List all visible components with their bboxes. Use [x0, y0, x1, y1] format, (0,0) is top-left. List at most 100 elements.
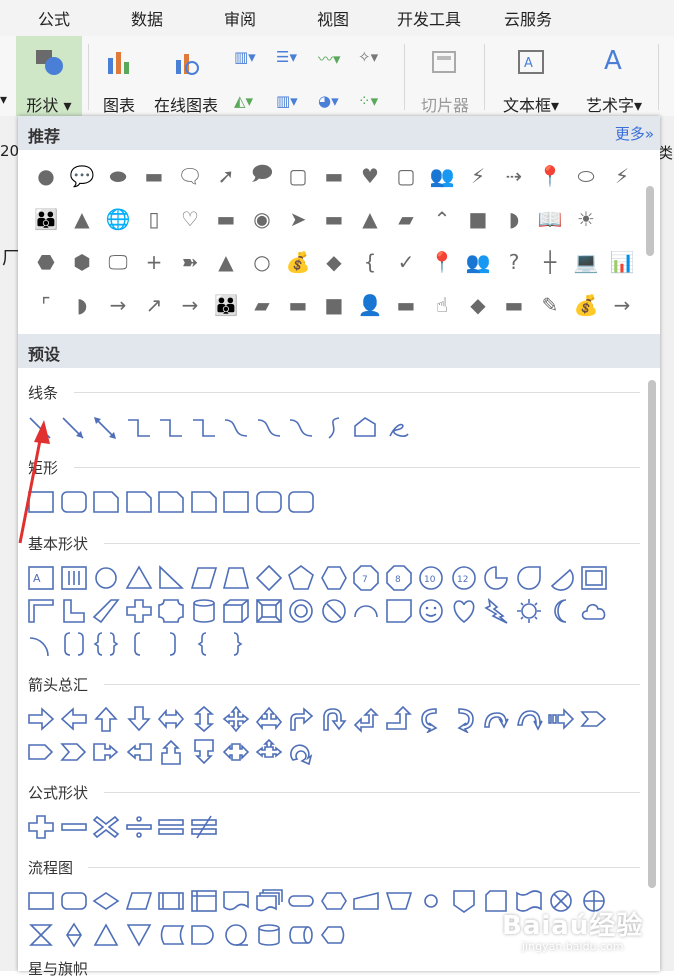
wordart-button[interactable]: A 艺术字▾ [576, 36, 652, 116]
preset-shape-cyl[interactable] [189, 597, 219, 625]
preset-shape-snip[interactable] [124, 488, 154, 516]
recommended-shape-icon[interactable]: ☝ [424, 287, 460, 323]
preset-shape-f-disp[interactable] [319, 921, 349, 949]
preset-shape-f-drum[interactable] [286, 921, 316, 949]
recommended-shape-icon[interactable]: ▬ [280, 287, 316, 323]
recommended-shape-icon[interactable]: 📖 [532, 201, 568, 237]
recommended-shape-icon[interactable]: 👤 [352, 287, 388, 323]
recommended-shape-icon[interactable]: ↗ [136, 287, 172, 323]
recommended-shape-icon[interactable]: ⌜ [28, 287, 64, 323]
menu-review[interactable]: 审阅 [224, 6, 256, 30]
preset-shape-elbow[interactable] [124, 414, 154, 442]
recommended-shape-icon[interactable]: ? [496, 244, 532, 280]
preset-shape-f-merge[interactable] [124, 921, 154, 949]
preset-shape-f-alt[interactable] [59, 887, 89, 915]
recommended-shape-icon[interactable]: ▲ [352, 201, 388, 237]
preset-shape-brace[interactable] [91, 630, 121, 658]
preset-shape-circle[interactable] [91, 564, 121, 592]
preset-shape-fold[interactable] [384, 597, 414, 625]
preset-shape-da[interactable] [124, 705, 154, 733]
recommended-shape-icon[interactable]: 👪 [208, 287, 244, 323]
preset-shape-cube[interactable] [221, 597, 251, 625]
recommended-shape-icon[interactable]: ⌃ [424, 201, 460, 237]
preset-shape-ua[interactable] [91, 705, 121, 733]
recommended-shape-icon[interactable]: → [100, 287, 136, 323]
slicer-button[interactable]: 切片器 [412, 36, 478, 116]
recommended-shape-icon[interactable]: 💰 [280, 244, 316, 280]
recommended-shape-icon[interactable]: 💰 [568, 287, 604, 323]
pie-chart-type-icon[interactable]: ◕▾ [318, 92, 339, 110]
recommended-shape-icon[interactable]: 📍 [424, 244, 460, 280]
menu-formula[interactable]: 公式 [38, 6, 70, 30]
recommended-shape-icon[interactable]: 🗨 [172, 158, 208, 194]
preset-shape-bolt[interactable] [481, 597, 511, 625]
preset-shape-chev[interactable] [579, 705, 609, 733]
preset-shape-hex[interactable] [319, 564, 349, 592]
recommended-shape-icon[interactable]: ▬ [316, 201, 352, 237]
preset-shape-uda[interactable] [189, 705, 219, 733]
preset-shape-moon[interactable] [546, 597, 576, 625]
preset-shape-curve[interactable] [254, 414, 284, 442]
preset-shape-f-doc[interactable] [221, 887, 251, 915]
recommended-shape-icon[interactable]: ○ [244, 244, 280, 280]
preset-shape-f-ext[interactable] [91, 921, 121, 949]
menu-data[interactable]: 数据 [131, 6, 163, 30]
recommended-shape-icon[interactable]: { [352, 244, 388, 280]
preset-shape-trap[interactable] [221, 564, 251, 592]
preset-shape-minus[interactable] [59, 813, 89, 841]
recommended-shape-icon[interactable]: 👥 [424, 158, 460, 194]
preset-shape-lshape[interactable] [59, 597, 89, 625]
preset-shape-plus[interactable] [26, 813, 56, 841]
preset-shape-f-delay[interactable] [189, 921, 219, 949]
preset-shape-f-prep[interactable] [319, 887, 349, 915]
preset-shape-f-stor[interactable] [156, 921, 186, 949]
recommended-shape-icon[interactable]: → [604, 287, 640, 323]
preset-shape-ltri[interactable] [26, 597, 56, 625]
stock-chart-type-icon[interactable]: ▥▾ [276, 92, 298, 110]
preset-shape-calll[interactable] [124, 738, 154, 766]
preset-shape-f-proc[interactable] [26, 887, 56, 915]
recommended-shape-icon[interactable]: ▬ [136, 158, 172, 194]
preset-shape-f-seq[interactable] [221, 921, 251, 949]
recommended-shape-icon[interactable]: 💬 [64, 158, 100, 194]
preset-shape-dbl[interactable] [91, 414, 121, 442]
preset-shape-s[interactable] [319, 414, 349, 442]
preset-shape-cross2[interactable] [124, 597, 154, 625]
preset-shape-cua[interactable] [481, 705, 511, 733]
recommended-shape-icon[interactable]: 🖵 [100, 244, 136, 280]
preset-shape-cda[interactable] [514, 705, 544, 733]
recommended-shape-icon[interactable]: ▰ [244, 287, 280, 323]
preset-shape-rtri[interactable] [156, 564, 186, 592]
preset-shape-snip[interactable] [189, 488, 219, 516]
preset-shape-circarr[interactable] [286, 738, 316, 766]
preset-shape-calllr[interactable] [221, 738, 251, 766]
preset-shape-snip[interactable] [91, 488, 121, 516]
preset-shape-f-man[interactable] [351, 887, 381, 915]
preset-shape-eq[interactable] [156, 813, 186, 841]
preset-shape-tri3[interactable] [254, 705, 284, 733]
recommended-shape-icon[interactable]: ▬ [316, 158, 352, 194]
scatter-chart-type-icon[interactable]: ⁘▾ [358, 92, 378, 110]
preset-shape-arrowline[interactable] [59, 414, 89, 442]
preset-shape-elbow[interactable] [156, 414, 186, 442]
preset-shape-ra[interactable] [26, 705, 56, 733]
recommended-shape-icon[interactable]: 👥 [460, 244, 496, 280]
preset-shape-cla[interactable] [449, 705, 479, 735]
preset-shape-callq[interactable] [254, 738, 284, 766]
preset-shape-mult[interactable] [91, 813, 121, 841]
recommended-shape-icon[interactable]: ▢ [388, 158, 424, 194]
preset-shape-lra[interactable] [156, 705, 186, 733]
preset-shape-arc[interactable] [351, 597, 381, 625]
preset-shape-snip[interactable] [156, 488, 186, 516]
menu-cloud-service[interactable]: 云服务 [504, 6, 552, 30]
preset-shape-frame[interactable] [579, 564, 609, 592]
textbox-button[interactable]: A 文本框▾ [494, 36, 568, 116]
preset-shape-pent[interactable] [286, 564, 316, 592]
recommended-shape-icon[interactable]: ☀ [568, 201, 604, 237]
preset-shape-dod12[interactable]: 12 [449, 564, 479, 592]
recommended-shape-icon[interactable]: ♡ [172, 201, 208, 237]
preset-shape-callu[interactable] [156, 738, 186, 766]
online-chart-button[interactable]: 在线图表 [150, 36, 222, 116]
preset-shape-chev2[interactable] [59, 738, 89, 766]
bar-chart-type-icon[interactable]: ▥▾ [234, 48, 256, 66]
